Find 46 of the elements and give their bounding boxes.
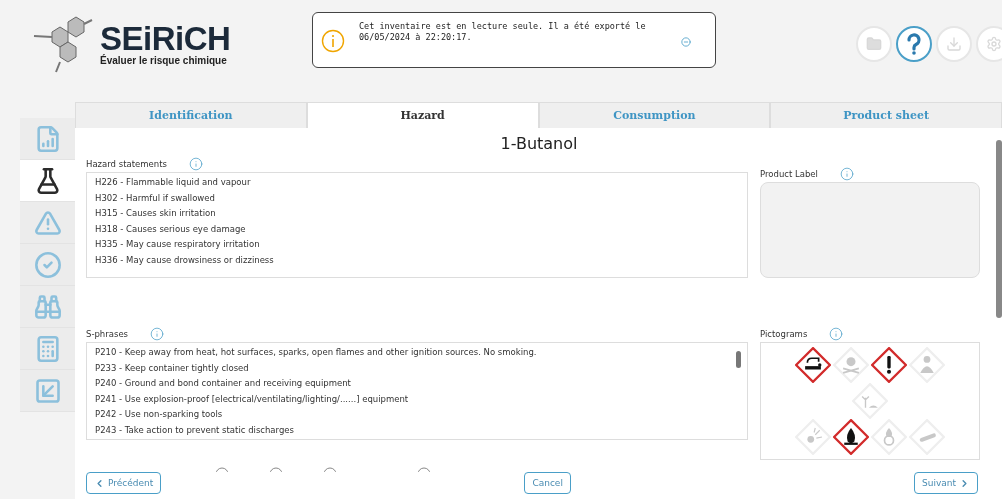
product-title: 1-Butanol [499,133,579,155]
precaution-statement: P240 - Ground and bond container and receiving equipment [95,377,352,391]
settings-button[interactable] [976,26,1002,62]
info-icon [321,29,345,53]
section-label: Product Label [760,169,818,179]
warning-icon [33,208,62,237]
chevron-right-icon [959,477,970,489]
hazard-statement: H302 - Harmful if swallowed [95,191,216,205]
logo-tagline: Évaluer le risque chimique [100,55,228,66]
sidebar-tab[interactable] [20,160,75,202]
binoculars-icon [33,292,62,321]
hazard-statement: H318 - Causes serious eye damage [95,222,247,236]
precaution-statement: P242 - Use non-sparking tools [95,408,224,422]
precaution-statement: P210 - Keep away from heat, hot surfaces, sparks, open flames and other ignition sources. No smoking. [95,346,538,359]
hazard-statement: H315 - Causes skin irritation [95,207,217,221]
scrollbar[interactable] [996,140,1002,318]
download-icon [946,36,962,52]
tab[interactable]: Identification [75,102,307,128]
info-icon[interactable] [839,167,854,181]
hazard-statement: H336 - May cause drowsiness or dizziness [95,253,275,267]
check-circle-icon [33,250,62,279]
section-label: Hazard statements [86,159,167,169]
cancel-button[interactable]: Cancel [524,472,571,494]
hazard-statement: H335 - May cause respiratory irritation [95,238,261,252]
precaution-statement: P241 - Use explosion-proof [electrical/ventilating/lighting/......] equipment [95,392,410,406]
section-label: S-phrases [86,329,129,339]
scrollbar[interactable] [736,351,741,368]
info-icon[interactable] [150,327,165,341]
precaution-statement: P233 - Keep container tightly closed [95,361,250,375]
help-icon [905,33,923,55]
settings-icon [986,36,1002,52]
hazard-statement: H226 - Flammable liquid and vapour [95,176,252,189]
help-button[interactable] [896,26,932,62]
notice-text: Cet inventaire est en lecture seule. Il a été exporté le 06/05/2024 à 22:20:17. [359,20,647,44]
logo-name: SEiRiCH [100,22,231,55]
section-label: Pictograms [760,329,808,339]
collapse-icon[interactable] [681,37,691,47]
precaution-statement: P243 - Take action to prevent static discharges [95,423,295,437]
previous-button[interactable]: Précédent [86,472,162,494]
tab[interactable]: Consumption [538,102,771,128]
info-icon[interactable] [188,157,203,171]
next-button[interactable]: Suivant [914,472,978,494]
tab[interactable]: Product sheet [770,102,1002,128]
info-icon[interactable] [829,327,844,341]
folder-icon [866,36,882,52]
tab[interactable]: Hazard [306,102,539,128]
